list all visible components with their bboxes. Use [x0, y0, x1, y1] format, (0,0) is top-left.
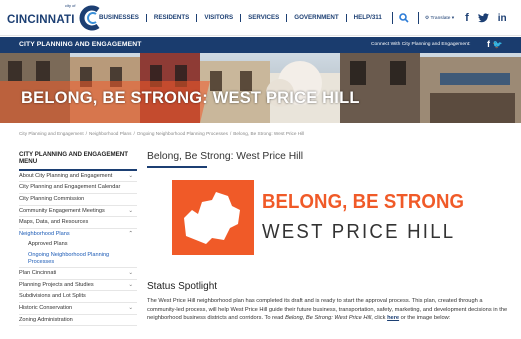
translate-label: Translate ▾ — [430, 15, 455, 21]
breadcrumb: City Planning and Engagement / Neighborhoo… — [19, 131, 304, 136]
twitter-icon[interactable]: 🐦 — [493, 40, 503, 49]
banner-line-2: WEST PRICE HILL — [262, 221, 456, 243]
sidebar-item-maps-data[interactable]: Maps, Data, and Resources — [19, 217, 137, 229]
chevron-down-icon[interactable]: ⌄ — [128, 173, 133, 180]
status-body-plan-name: Belong, Be Strong: West Price Hill — [285, 315, 372, 322]
top-navigation: CINCINNATI city of BUSINESSES RESIDENTS … — [0, 0, 521, 36]
breadcrumb-link-ongoing-processes[interactable]: Ongoing Neighborhood Planning Processes — [137, 131, 228, 136]
sidebar-item-historic-conservation[interactable]: Historic Conservation ⌄ — [19, 303, 137, 315]
sidebar-item-calendar[interactable]: City Planning and Engagement Calendar — [19, 182, 137, 194]
sidebar-item-subdivisions[interactable]: Subdivisions and Lot Splits — [19, 291, 137, 303]
header-tools: ⚙ Translate ▾ f in — [388, 0, 512, 36]
sidebar-item-label: Zoning Administration — [19, 316, 73, 323]
plan-banner-image[interactable]: BELONG, BE STRONG WEST PRICE HILL — [172, 180, 482, 255]
status-body-text: or the image below: — [399, 315, 451, 322]
nav-visitors[interactable]: VISITORS — [197, 14, 242, 22]
chevron-down-icon[interactable]: ⌄ — [128, 208, 133, 215]
sidebar-item-label: About City Planning and Engagement — [19, 172, 113, 179]
sidebar-item-plan-cincinnati[interactable]: Plan Cincinnati ⌄ — [19, 268, 137, 280]
sidebar-item-label: Planning Projects and Studies — [19, 281, 94, 288]
banner-line-1: BELONG, BE STRONG — [262, 191, 465, 213]
department-bar: CITY PLANNING AND ENGAGEMENT Connect Wit… — [0, 37, 521, 53]
sidebar-item-label: Plan Cincinnati — [19, 270, 57, 277]
breadcrumb-link-neighborhood-plans[interactable]: Neighborhood Plans — [89, 131, 131, 136]
tools-divider — [392, 12, 393, 24]
sidebar-item-neighborhood-plans[interactable]: Neighborhood Plans ⌃ — [19, 229, 137, 240]
nav-help-311[interactable]: HELP/311 — [347, 14, 389, 22]
sidebar-item-label: City Planning and Engagement Calendar — [19, 184, 121, 191]
sidebar-item-label: Maps, Data, and Resources — [19, 219, 89, 226]
sidebar-item-engagement-meetings[interactable]: Community Engagement Meetings ⌄ — [19, 206, 137, 218]
chevron-up-icon[interactable]: ⌃ — [128, 231, 133, 238]
twitter-icon[interactable] — [477, 13, 489, 23]
sidebar-item-zoning[interactable]: Zoning Administration — [19, 315, 137, 327]
sidebar-item-label: Neighborhood Plans — [19, 230, 70, 237]
main-nav: BUSINESSES RESIDENTS VISITORS SERVICES G… — [92, 0, 389, 36]
linkedin-icon[interactable]: in — [498, 13, 507, 24]
translate-dropdown[interactable]: ⚙ Translate ▾ — [425, 16, 454, 21]
sidebar-item-label: Ongoing Neighborhood Planning Processes — [28, 251, 110, 265]
sidebar-item-label: Community Engagement Meetings — [19, 207, 105, 214]
nav-residents[interactable]: RESIDENTS — [147, 14, 198, 22]
hero-neighborhood-photo — [0, 53, 521, 123]
department-connect-label: Connect With City Planning and Engagemen… — [371, 42, 471, 47]
sidebar-subitem-approved-plans[interactable]: Approved Plans — [19, 239, 137, 250]
title-underline — [147, 166, 207, 168]
chevron-down-icon[interactable]: ⌄ — [128, 282, 133, 289]
sidebar-item-commission[interactable]: City Planning Commission — [19, 194, 137, 206]
sidebar-item-projects-studies[interactable]: Planning Projects and Studies ⌄ — [19, 280, 137, 292]
search-icon[interactable] — [399, 13, 409, 23]
facebook-icon[interactable]: f — [487, 39, 490, 49]
status-body-text: , click — [371, 315, 388, 322]
sidebar-item-about[interactable]: About City Planning and Engagement ⌄ — [19, 171, 137, 183]
sidebar-item-label: Historic Conservation — [19, 304, 73, 311]
breadcrumb-current: Belong, Be Strong: West Price Hill — [233, 131, 305, 136]
chevron-down-icon[interactable]: ⌄ — [128, 305, 133, 312]
cincinnati-logo[interactable]: CINCINNATI city of — [7, 3, 104, 31]
neighborhood-map-icon — [172, 180, 254, 255]
sidebar-item-label: Approved Plans — [28, 241, 68, 248]
hero-title: BELONG, BE STRONG: WEST PRICE HILL — [21, 89, 360, 107]
chevron-down-icon[interactable]: ⌄ — [128, 270, 133, 277]
hero-banner: BELONG, BE STRONG: WEST PRICE HILL — [0, 53, 521, 123]
page-title: Belong, Be Strong: West Price Hill — [147, 151, 304, 162]
status-here-link[interactable]: here — [387, 315, 399, 321]
department-social-links: f 🐦 — [487, 39, 502, 49]
nav-government[interactable]: GOVERNMENT — [287, 14, 347, 22]
logo-wordmark: CINCINNATI — [7, 14, 75, 26]
logo-city-of: city of — [65, 3, 76, 8]
department-title[interactable]: CITY PLANNING AND ENGAGEMENT — [19, 41, 142, 48]
sidebar-menu: CITY PLANNING AND ENGAGEMENT MENU About … — [19, 151, 137, 327]
sidebar-heading: CITY PLANNING AND ENGAGEMENT MENU — [19, 151, 137, 171]
facebook-icon[interactable]: f — [465, 12, 469, 24]
breadcrumb-separator: / — [229, 131, 232, 136]
breadcrumb-separator: / — [133, 131, 135, 136]
status-spotlight-heading: Status Spotlight — [147, 281, 218, 292]
breadcrumb-link-city-planning[interactable]: City Planning and Engagement — [19, 131, 84, 136]
nav-businesses[interactable]: BUSINESSES — [92, 14, 147, 22]
nav-services[interactable]: SERVICES — [241, 14, 288, 22]
sidebar-item-label: Subdivisions and Lot Splits — [19, 293, 86, 300]
sidebar-subitem-ongoing-processes[interactable]: Ongoing Neighborhood Planning Processes — [19, 250, 137, 269]
breadcrumb-separator: / — [85, 131, 87, 136]
sidebar-item-label: City Planning Commission — [19, 196, 85, 202]
tools-divider — [418, 12, 419, 24]
status-spotlight-body: The West Price Hill neighborhood plan ha… — [147, 297, 510, 323]
